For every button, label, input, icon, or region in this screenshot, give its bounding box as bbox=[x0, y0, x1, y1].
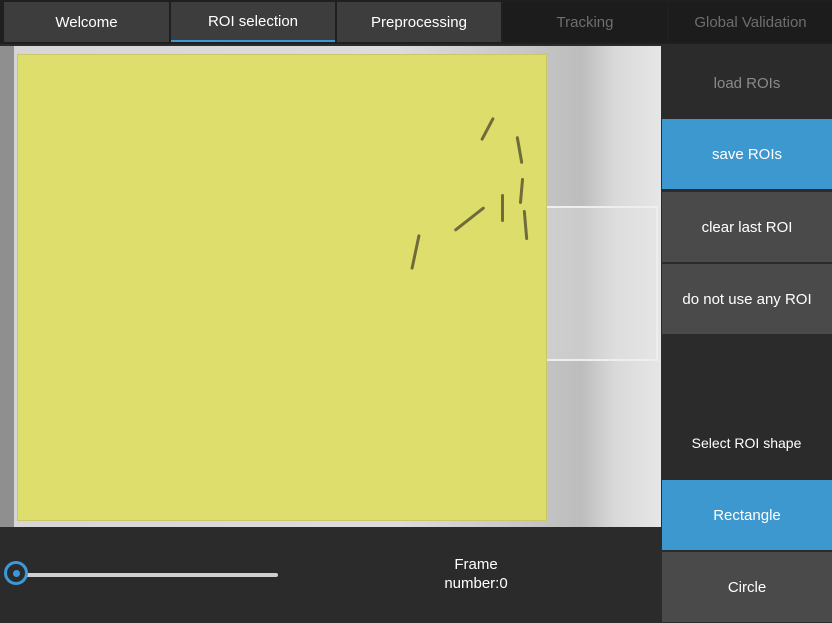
roi-shape-label: Select ROI shape bbox=[691, 435, 802, 451]
tab-roi-selection[interactable]: ROI selection bbox=[171, 2, 335, 42]
slider-handle-dot bbox=[13, 570, 20, 577]
tab-preprocessing[interactable]: Preprocessing bbox=[337, 2, 501, 42]
frame-controls: Frame number:0 bbox=[0, 527, 661, 623]
tab-tracking[interactable]: Tracking bbox=[503, 2, 667, 42]
clear-last-roi-button[interactable]: clear last ROI bbox=[662, 192, 832, 262]
arena-edge bbox=[0, 46, 14, 527]
video-frame-viewer[interactable] bbox=[0, 46, 661, 527]
tab-bar: Welcome ROI selection Preprocessing Trac… bbox=[0, 0, 832, 44]
circle-shape-button[interactable]: Circle bbox=[662, 552, 832, 622]
load-rois-button[interactable]: load ROIs bbox=[662, 48, 832, 118]
roi-rectangle[interactable] bbox=[17, 54, 547, 521]
rectangle-shape-button[interactable]: Rectangle bbox=[662, 480, 832, 550]
do-not-use-any-roi-button[interactable]: do not use any ROI bbox=[662, 264, 832, 334]
frame-slider-handle[interactable] bbox=[4, 561, 28, 585]
arena-side-chamber bbox=[546, 206, 658, 361]
save-rois-button[interactable]: save ROIs bbox=[662, 119, 832, 189]
tab-global-validation[interactable]: Global Validation bbox=[669, 2, 832, 42]
roi-side-panel: load ROIs save ROIs clear last ROI do no… bbox=[661, 46, 832, 623]
frame-number-label: Frame number:0 bbox=[444, 556, 508, 592]
frame-slider-track[interactable] bbox=[16, 573, 278, 577]
fish bbox=[501, 194, 504, 222]
tab-welcome[interactable]: Welcome bbox=[4, 2, 169, 42]
